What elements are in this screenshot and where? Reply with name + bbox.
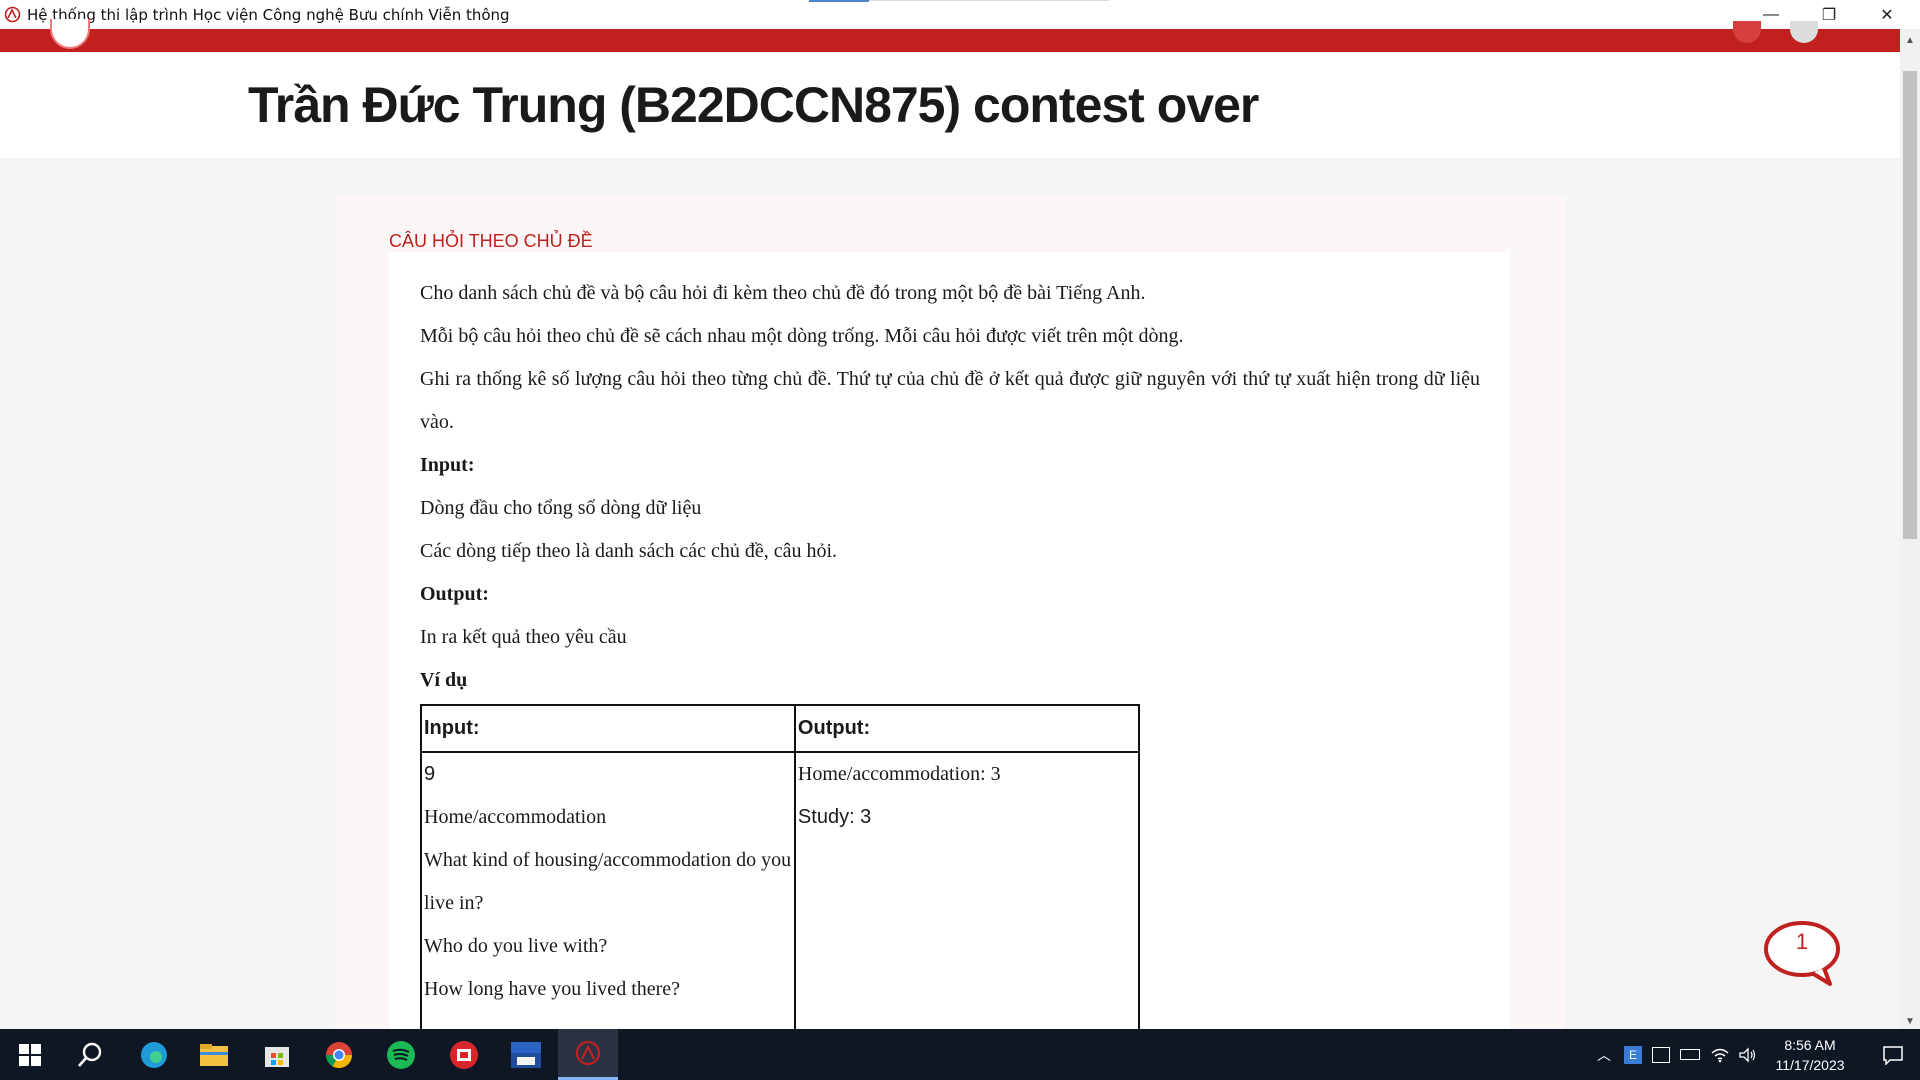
example-input-line: How long have you lived there? [424,978,681,1000]
action-center-button[interactable] [1868,1029,1918,1080]
taskbar-edge[interactable] [124,1029,184,1080]
example-input-line: Who do you live with? [424,935,608,957]
site-logo[interactable] [50,19,90,49]
spotify-icon [387,1040,415,1069]
ptit-app-icon [575,1040,601,1066]
window-titlebar: Hệ thống thi lập trình Học viện Công ngh… [0,0,1920,29]
example-output-line: Home/accommodation: 3 [797,763,1001,785]
title-band: Trần Đức Trung (B22DCCN875) contest over [0,52,1900,158]
taskbar-file-explorer[interactable] [184,1029,244,1080]
app-logo-icon [4,6,21,23]
scrollbar-thumb[interactable] [1903,71,1917,539]
example-input-line: What kind of housing/accommodation do yo… [424,849,792,914]
close-button[interactable]: ✕ [1858,0,1916,29]
user-avatar[interactable] [1790,21,1818,43]
example-input-line: 9 [424,763,436,785]
window-title: Hệ thống thi lập trình Học viện Công ngh… [27,6,510,24]
search-icon [78,1042,102,1067]
input-heading: Input: [420,454,475,476]
taskbar-ptit-app[interactable] [558,1029,618,1080]
store-icon [265,1046,289,1067]
input-description: Các dòng tiếp theo là danh sách các chủ … [420,540,838,562]
page-title: Trần Đức Trung (B22DCCN875) contest over [248,77,1259,133]
taskbar-search[interactable] [60,1029,120,1080]
table-header-input: Input: [420,704,796,753]
clock-time: 8:56 AM [1784,1037,1836,1053]
example-table: Input: Output: 9 Home/accommodation What… [420,704,1141,1053]
clock-date: 11/17/2023 [1775,1057,1845,1073]
scroll-up-icon[interactable]: ▲ [1905,35,1915,46]
tab-indicator [809,0,869,2]
problem-card: CÂU HỎI THEO CHỦ ĐỀ Cho danh sách chủ đề… [335,196,1565,1053]
table-row: 9 Home/accommodation What kind of housin… [420,751,1141,1053]
network-settings-icon[interactable] [1652,1046,1670,1063]
problem-statement: Cho danh sách chủ đề và bộ câu hỏi đi kè… [389,252,1510,1053]
devcpp-icon [511,1041,541,1068]
problem-paragraph: Mỗi bộ câu hỏi theo chủ đề sẽ cách nhau … [420,325,1184,347]
notifications-icon [1883,1045,1903,1065]
tab-divider [869,0,1109,1]
taskbar-devcpp[interactable] [496,1029,556,1080]
wifi-icon[interactable] [1710,1047,1730,1063]
output-description: In ra kết quả theo yêu cầu [420,626,627,648]
office-icon [450,1040,478,1069]
output-heading: Output: [420,583,489,605]
start-button[interactable] [0,1029,60,1080]
volume-icon[interactable] [1738,1046,1758,1063]
edge-icon [141,1041,167,1068]
table-header-row: Input: Output: [420,704,1141,753]
taskbar-clock[interactable]: 8:56 AM 11/17/2023 [1770,1035,1850,1075]
example-input-line: Home/accommodation [424,806,607,828]
taskbar-chrome[interactable] [309,1029,369,1080]
scroll-down-icon[interactable]: ▼ [1905,1016,1915,1027]
page-scrollbar[interactable]: ▲ ▼ [1900,29,1920,1029]
show-hidden-icons-icon[interactable]: ︿ [1594,1045,1614,1065]
example-output-line: Study: 3 [797,806,872,828]
system-tray: ︿ E [1594,1029,1758,1080]
chrome-icon [325,1041,353,1068]
problem-paragraph: Cho danh sách chủ đề và bộ câu hỏi đi kè… [420,282,1146,304]
app-header [0,19,1900,52]
ime-icon[interactable]: E [1624,1045,1642,1064]
windows-start-icon [19,1043,41,1066]
input-description: Dòng đầu cho tổng số dòng dữ liệu [420,497,702,519]
problem-paragraph: Ghi ra thống kê số lượng câu hỏi theo từ… [420,368,1480,433]
taskbar-spotify[interactable] [371,1029,431,1080]
example-heading: Ví dụ [420,669,468,691]
file-explorer-icon [200,1043,228,1066]
taskbar: ︿ E 8:56 AM 11/17/2023 [0,1029,1920,1080]
battery-icon[interactable] [1680,1049,1700,1060]
example-input-cell: 9 Home/accommodation What kind of housin… [420,751,796,1053]
example-output-cell: Home/accommodation: 3 Study: 3 [793,751,1141,1053]
chat-badge-count: 1 [1795,929,1809,954]
section-heading: CÂU HỎI THEO CHỦ ĐỀ [389,231,593,251]
table-header-output: Output: [793,704,1141,753]
notification-icon[interactable] [1733,21,1761,43]
taskbar-store[interactable] [247,1029,307,1080]
chat-button[interactable]: 1 [1762,918,1842,990]
taskbar-office[interactable] [434,1029,494,1080]
